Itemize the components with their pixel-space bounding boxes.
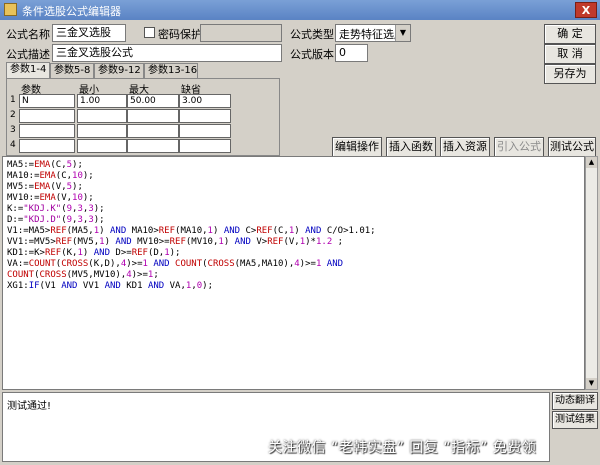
status-message: 测试通过! — [7, 401, 52, 412]
param-max-cell[interactable] — [127, 109, 179, 123]
formula-version-label: 公式版本 — [290, 48, 334, 61]
param-name-cell[interactable]: N — [19, 94, 75, 108]
formula-desc-input[interactable]: 三金叉选股公式 — [52, 44, 282, 62]
tab-params-13-16[interactable]: 参数13-16 — [144, 63, 198, 78]
password-label: 密码保护 — [158, 28, 202, 41]
insert-function-button[interactable]: 插入函数 — [386, 137, 436, 157]
param-row-number: 2 — [10, 110, 16, 120]
param-default-cell[interactable] — [179, 139, 231, 153]
scroll-up-icon[interactable]: ▲ — [586, 157, 597, 168]
edit-operations-button[interactable]: 编辑操作 — [332, 137, 382, 157]
chevron-down-icon[interactable]: ▼ — [395, 25, 410, 41]
param-max-cell[interactable] — [127, 124, 179, 138]
param-min-cell[interactable] — [77, 139, 127, 153]
code-line: MV10:=EMA(V,10); — [7, 193, 94, 203]
param-default-cell[interactable] — [179, 109, 231, 123]
formula-type-select[interactable]: 走势特征选股 ▼ — [335, 24, 411, 42]
param-min-cell[interactable] — [77, 124, 127, 138]
code-line: COUNT(CROSS(MV5,MV10),4)>=1; — [7, 270, 159, 280]
formula-version-input[interactable]: 0 — [335, 44, 368, 62]
param-max-cell[interactable]: 50.00 — [127, 94, 179, 108]
formula-name-input[interactable]: 三金叉选股 — [52, 24, 126, 42]
param-row-number: 3 — [10, 125, 16, 135]
code-line: MA10:=EMA(C,10); — [7, 171, 94, 181]
code-line: VA:=COUNT(CROSS(K,D),4)>=1 AND COUNT(CRO… — [7, 259, 344, 269]
code-line: K:="KDJ.K"(9,3,3); — [7, 204, 105, 214]
param-default-cell[interactable] — [179, 124, 231, 138]
tab-params-1-4[interactable]: 参数1-4 — [6, 62, 50, 78]
password-checkbox[interactable] — [144, 27, 155, 38]
save-as-button[interactable]: 另存为 — [544, 64, 596, 84]
code-line: MV5:=EMA(V,5); — [7, 182, 83, 192]
code-text: MA5:=EMA(C,5); MA10:=EMA(C,10); MV5:=EMA(V… — [7, 160, 376, 292]
close-button[interactable]: X — [575, 2, 597, 18]
code-line: V1:=MA5>REF(MA5,1) AND MA10>REF(MA10,1) … — [7, 226, 376, 236]
param-name-cell[interactable] — [19, 139, 75, 153]
password-input[interactable] — [200, 24, 282, 42]
param-row-number: 1 — [10, 95, 16, 105]
editor-scrollbar[interactable]: ▲ ▼ — [585, 156, 598, 390]
code-line: MA5:=EMA(C,5); — [7, 160, 83, 170]
param-name-cell[interactable] — [19, 124, 75, 138]
param-min-cell[interactable]: 1.00 — [77, 94, 127, 108]
ok-button[interactable]: 确 定 — [544, 24, 596, 44]
import-formula-button[interactable]: 引入公式 — [494, 137, 544, 157]
watermark-text: 关注微信 “老韩实盘” 回复 “指标” 免费领 — [268, 440, 537, 456]
insert-resource-button[interactable]: 插入资源 — [440, 137, 490, 157]
formula-editor-window: 条件选股公式编辑器 X 公式名称 三金叉选股 密码保护 公式类型 走势特征选股 … — [0, 0, 600, 465]
tab-params-9-12[interactable]: 参数9-12 — [94, 63, 144, 78]
title-bar[interactable]: 条件选股公式编辑器 X — [0, 0, 600, 20]
test-result-button[interactable]: 测试结果 — [552, 411, 598, 429]
scroll-down-icon[interactable]: ▼ — [586, 378, 597, 389]
formula-name-label: 公式名称 — [6, 28, 50, 41]
param-row-number: 4 — [10, 140, 16, 150]
formula-desc-label: 公式描述 — [6, 48, 50, 61]
dynamic-translate-button[interactable]: 动态翻译 — [552, 392, 598, 410]
param-name-cell[interactable] — [19, 109, 75, 123]
cancel-button[interactable]: 取 消 — [544, 44, 596, 64]
app-icon — [4, 3, 17, 16]
test-formula-button[interactable]: 测试公式 — [548, 137, 596, 157]
param-table: 参数 最小 最大 缺省 1 N 1.00 50.00 3.00 2 3 4 — [6, 78, 280, 156]
window-title: 条件选股公式编辑器 — [22, 5, 121, 18]
formula-type-label: 公式类型 — [290, 28, 334, 41]
code-line: VV1:=MV5>REF(MV5,1) AND MV10>=REF(MV10,1… — [7, 237, 344, 247]
param-min-cell[interactable] — [77, 109, 127, 123]
code-line: KD1:=K>REF(K,1) AND D>=REF(D,1); — [7, 248, 181, 258]
param-default-cell[interactable]: 3.00 — [179, 94, 231, 108]
code-line: XG1:IF(V1 AND VV1 AND KD1 AND VA,1,0); — [7, 281, 213, 291]
param-max-cell[interactable] — [127, 139, 179, 153]
tab-params-5-8[interactable]: 参数5-8 — [50, 63, 94, 78]
code-line: D:="KDJ.D"(9,3,3); — [7, 215, 105, 225]
code-editor[interactable]: MA5:=EMA(C,5); MA10:=EMA(C,10); MV5:=EMA(V… — [2, 156, 585, 390]
